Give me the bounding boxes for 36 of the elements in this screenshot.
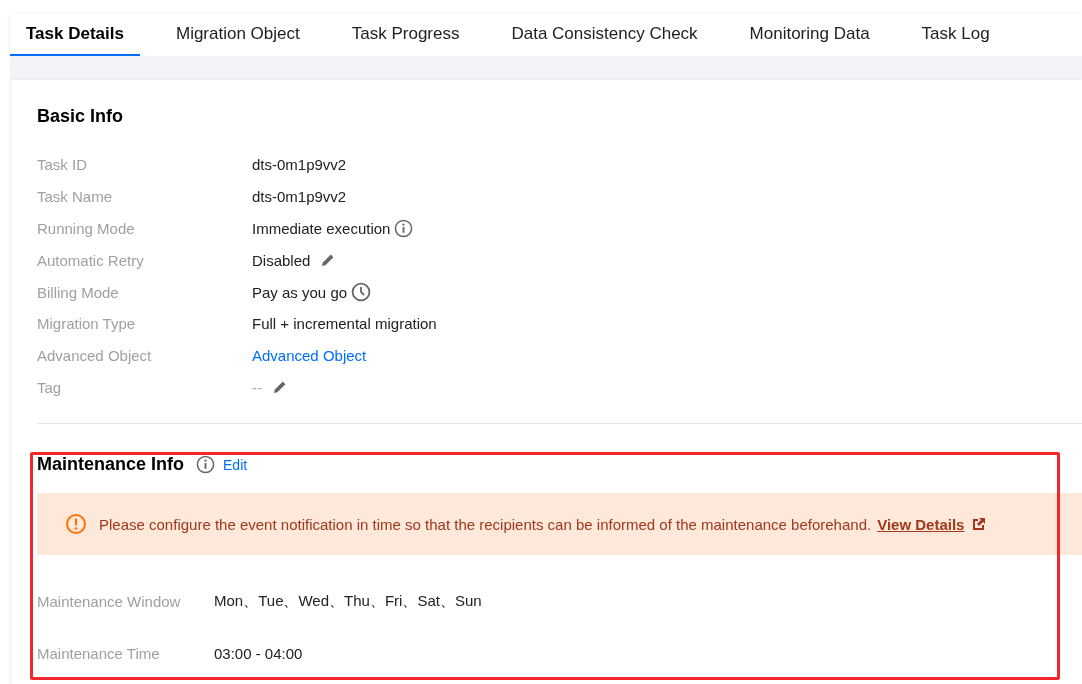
tab[interactable]: Task Progress — [335, 14, 476, 56]
warning-icon — [65, 513, 87, 536]
notice-text: Please configure the event notification in time so that the recipients can be informed of the maintenance beforehand. — [99, 515, 872, 533]
field-label: Tag — [37, 378, 63, 396]
view-details-link[interactable]: View Details — [877, 515, 965, 533]
edit-link[interactable]: Edit — [223, 456, 248, 473]
field-label: Migration Type — [37, 315, 137, 333]
clock-icon — [351, 282, 372, 303]
section-title: Basic Info — [37, 106, 125, 127]
value-text: Disabled — [252, 251, 311, 269]
value-text: Full + incremental migration — [252, 315, 437, 333]
value-text: -- — [252, 378, 262, 396]
info-icon — [394, 219, 414, 238]
tab[interactable]: Monitoring Data — [733, 14, 886, 56]
value-text: Immediate execution — [252, 220, 391, 237]
value-text: dts-0m1p9vv2 — [252, 156, 347, 174]
tab[interactable]: Migration Object — [159, 14, 316, 56]
field-label: Maintenance Window — [37, 592, 182, 610]
tab[interactable]: Data Consistency Check — [495, 14, 714, 56]
field-label: Maintenance Time — [37, 644, 161, 662]
value-text: 03:00 - 04:00 — [214, 644, 303, 662]
field-label: Billing Mode — [37, 283, 120, 301]
field-label: Task ID — [37, 156, 88, 174]
info-icon — [196, 455, 215, 475]
tab[interactable]: Task Log — [905, 14, 1006, 56]
section-title: Maintenance Info — [37, 454, 184, 476]
external-link-icon[interactable] — [972, 517, 987, 532]
value-text: Mon、Tue、Wed、Thu、Fri、Sat、Sun — [214, 591, 482, 611]
field-label: Task Name — [37, 188, 114, 206]
value-text: Pay as you go — [252, 283, 348, 301]
field-label: Running Mode — [37, 220, 136, 237]
advanced-object-link[interactable]: Advanced Object — [252, 347, 367, 365]
field-label: Automatic Retry — [37, 251, 145, 269]
value-text: dts-0m1p9vv2 — [252, 188, 347, 206]
field-label: Advanced Object — [37, 347, 153, 365]
edit-icon[interactable] — [272, 379, 288, 396]
